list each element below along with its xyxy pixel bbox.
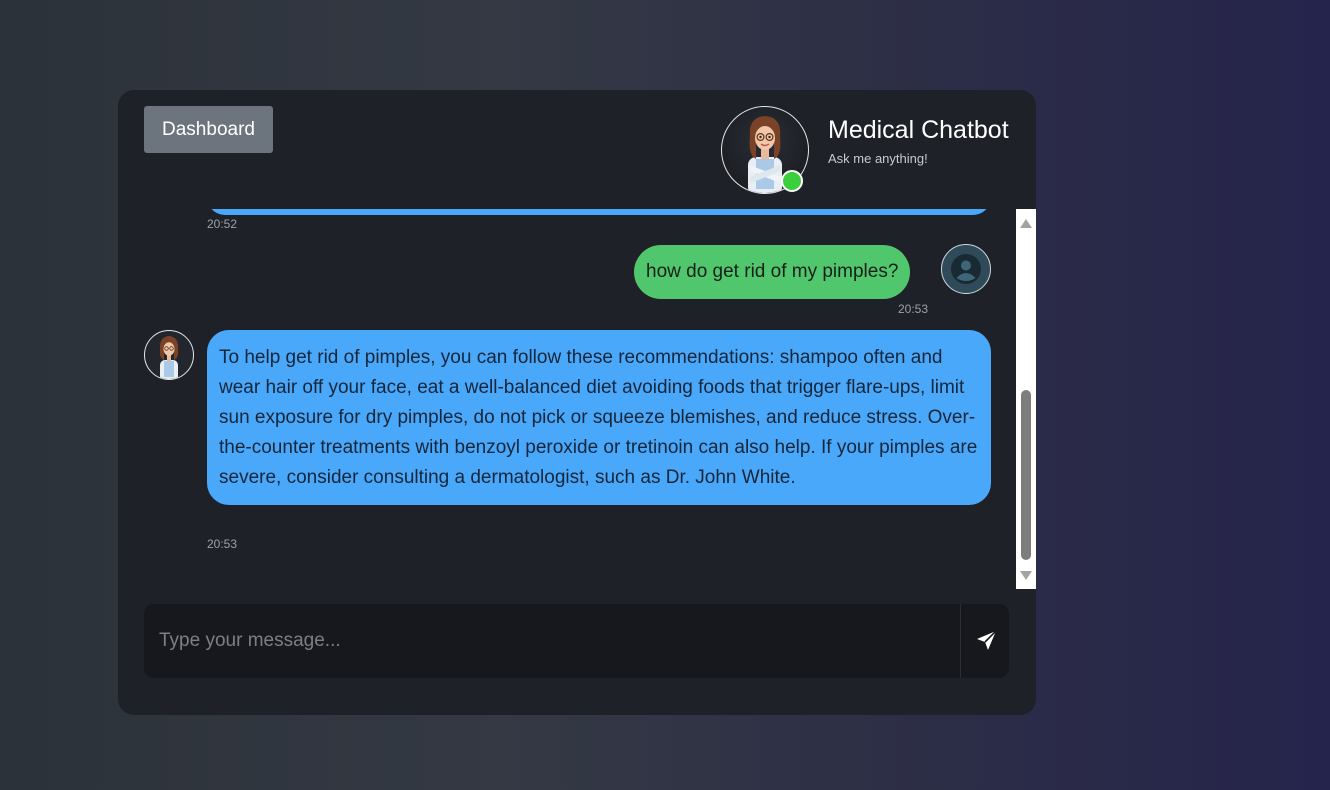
chatbot-subtitle: Ask me anything!	[828, 151, 928, 166]
user-message-bubble: how do get rid of my pimples?	[634, 245, 911, 299]
message-timestamp: 20:53	[898, 302, 929, 316]
bot-message-bubble	[207, 209, 991, 215]
message-scrollbar[interactable]	[1016, 209, 1036, 589]
bot-message-bubble: To help get rid of pimples, you can foll…	[207, 330, 991, 505]
online-status-indicator	[781, 170, 803, 192]
message-list[interactable]: 20:52 how do get rid of my pimples? 20:5…	[118, 209, 1036, 589]
send-button[interactable]	[960, 604, 1009, 678]
message-input[interactable]	[144, 604, 960, 678]
message-composer	[144, 604, 1009, 678]
chatbot-title: Medical Chatbot	[828, 116, 1009, 144]
chat-window: Dashboard Medical Chatbot Ask me anythin…	[118, 90, 1036, 715]
dashboard-button[interactable]: Dashboard	[144, 106, 273, 153]
message-timestamp: 20:53	[207, 537, 238, 551]
scroll-down-arrow-icon[interactable]	[1020, 571, 1032, 580]
bot-avatar-icon	[144, 330, 194, 380]
scrollbar-thumb[interactable]	[1021, 390, 1031, 560]
message-timestamp: 20:52	[207, 217, 238, 231]
scroll-up-arrow-icon[interactable]	[1020, 219, 1032, 228]
paper-plane-icon	[976, 630, 997, 650]
user-avatar-icon	[941, 244, 991, 294]
